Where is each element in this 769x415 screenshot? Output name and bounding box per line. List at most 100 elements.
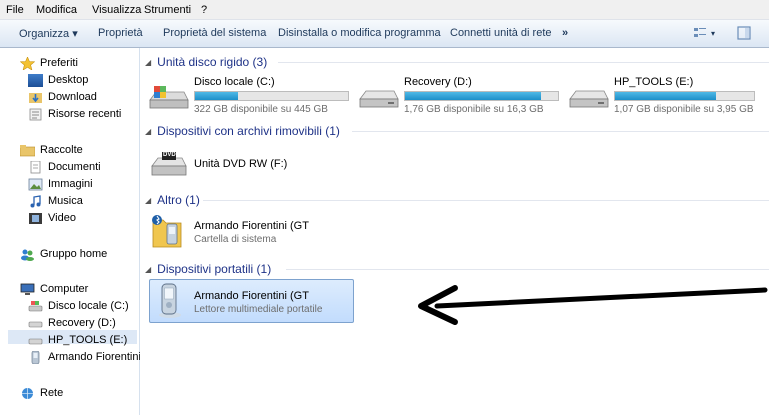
nav-item-drive-e[interactable]: HP_TOOLS (E:)	[28, 332, 127, 348]
system-drive-icon[interactable]	[148, 84, 190, 112]
menu-help[interactable]: ?	[201, 4, 207, 16]
group-title: Unità disco rigido (3)	[157, 55, 268, 69]
homegroup-icon	[21, 249, 34, 261]
drive-usage-bar	[194, 91, 349, 101]
nav-item-label: HP_TOOLS (E:)	[48, 334, 128, 346]
nav-item-drive-d[interactable]: Recovery (D:)	[28, 315, 116, 331]
group-header-other[interactable]: ◢ Altro (1)	[145, 193, 200, 207]
desktop-icon	[28, 73, 43, 87]
menu-modifica[interactable]: Modifica	[36, 4, 77, 16]
portable-device-icon	[31, 350, 40, 364]
menu-strumenti[interactable]: Strumenti	[144, 4, 191, 16]
command-bar: Organizza ▾ Proprietà Proprietà del sist…	[0, 20, 769, 48]
nav-item-label: Disco locale (C:)	[48, 300, 129, 312]
nav-homegroup-label: Gruppo home	[40, 248, 108, 260]
nav-favorites[interactable]: Preferiti	[20, 55, 78, 71]
portable-device-type: Lettore multimediale portatile	[194, 304, 323, 315]
annotation-arrow	[418, 285, 768, 325]
group-divider	[278, 62, 769, 63]
system-folder-name[interactable]: Armando Fiorentini (GT	[194, 220, 309, 232]
system-folder-icon[interactable]	[150, 210, 184, 250]
nav-item-recent[interactable]: Risorse recenti	[28, 106, 121, 122]
nav-computer[interactable]: Computer	[20, 281, 88, 297]
menu-visualizza[interactable]: Visualizza	[92, 4, 141, 16]
group-header-removable[interactable]: ◢ Dispositivi con archivi rimovibili (1)	[145, 124, 340, 138]
drive-free-space: 1,07 GB disponibile su 3,95 GB	[614, 104, 754, 115]
nav-item-download[interactable]: Download	[28, 89, 97, 105]
nav-item-device[interactable]: Armando Fiorentini	[28, 349, 141, 365]
nav-item-drive-c[interactable]: Disco locale (C:)	[28, 298, 129, 314]
nav-libraries[interactable]: Raccolte	[20, 142, 83, 158]
nav-item-label: Documenti	[48, 161, 101, 173]
system-properties-button[interactable]: Proprietà del sistema	[163, 27, 266, 39]
collapse-arrow-icon: ◢	[145, 264, 152, 274]
drive-usage-fill	[195, 92, 238, 100]
drive-icon[interactable]	[358, 87, 400, 111]
nav-item-label: Desktop	[48, 74, 89, 86]
map-network-drive-button[interactable]: Connetti unità di rete	[450, 27, 552, 39]
music-icon	[30, 194, 41, 207]
drive-name[interactable]: HP_TOOLS (E:)	[614, 76, 693, 88]
nav-item-desktop[interactable]: Desktop	[28, 72, 88, 88]
group-header-hdd[interactable]: ◢ Unità disco rigido (3)	[145, 55, 267, 69]
nav-item-label: Risorse recenti	[48, 108, 122, 120]
collapse-arrow-icon: ◢	[145, 126, 152, 136]
system-drive-icon	[28, 300, 43, 311]
dvd-drive-name[interactable]: Unità DVD RW (F:)	[194, 158, 287, 170]
more-commands-button[interactable]: »	[562, 27, 568, 39]
organize-button[interactable]: Organizza ▾	[19, 27, 78, 40]
collapse-arrow-icon: ◢	[145, 57, 152, 67]
preview-pane-icon[interactable]	[736, 25, 752, 41]
nav-item-label: Immagini	[48, 178, 93, 190]
uninstall-program-button[interactable]: Disinstalla o modifica programma	[278, 27, 441, 39]
group-title: Altro (1)	[157, 193, 200, 207]
libraries-icon	[20, 144, 35, 156]
system-folder-type: Cartella di sistema	[194, 234, 277, 245]
nav-item-video[interactable]: Video	[28, 210, 76, 226]
drive-icon	[28, 338, 43, 344]
properties-button[interactable]: Proprietà	[98, 27, 143, 39]
drive-usage-fill	[405, 92, 542, 100]
group-divider	[203, 200, 769, 201]
documents-icon	[30, 160, 41, 173]
group-divider	[352, 131, 769, 132]
nav-network[interactable]: Rete	[20, 385, 63, 401]
group-title: Dispositivi portatili (1)	[157, 262, 272, 276]
drive-icon[interactable]	[568, 87, 610, 111]
drive-usage-bar	[614, 91, 755, 101]
drive-free-space: 1,76 GB disponibile su 16,3 GB	[404, 104, 544, 115]
nav-item-label: Musica	[48, 195, 83, 207]
nav-item-music[interactable]: Musica	[28, 193, 83, 209]
drive-usage-bar	[404, 91, 559, 101]
nav-item-label: Download	[48, 91, 97, 103]
download-folder-icon	[29, 92, 42, 103]
navigation-pane: Preferiti Desktop Download Risorse recen…	[0, 48, 141, 415]
nav-item-documents[interactable]: Documenti	[28, 159, 101, 175]
network-icon	[22, 387, 33, 399]
dvd-drive-icon[interactable]: DVD	[150, 146, 188, 180]
star-icon	[20, 56, 35, 70]
menu-bar: File Modifica Visualizza Strumenti ?	[0, 0, 769, 20]
nav-network-label: Rete	[40, 387, 64, 399]
group-title: Dispositivi con archivi rimovibili (1)	[157, 124, 340, 138]
portable-device-name: Armando Fiorentini (GT	[194, 290, 309, 302]
video-icon	[29, 212, 42, 224]
menu-file[interactable]: File	[6, 4, 24, 16]
drive-name[interactable]: Recovery (D:)	[404, 76, 472, 88]
drive-name[interactable]: Disco locale (C:)	[194, 76, 275, 88]
collapse-arrow-icon: ◢	[145, 195, 152, 205]
nav-item-label: Video	[48, 212, 76, 224]
nav-item-pictures[interactable]: Immagini	[28, 176, 93, 192]
view-dropdown-icon[interactable]: ▾	[711, 29, 715, 38]
computer-icon	[20, 283, 35, 295]
nav-item-label: Armando Fiorentini	[48, 351, 141, 363]
view-options-icon[interactable]	[692, 25, 708, 41]
nav-libraries-label: Raccolte	[40, 144, 83, 156]
dvd-badge: DVD	[163, 152, 176, 158]
portable-device-icon	[159, 283, 181, 318]
recent-places-icon	[29, 108, 42, 120]
drive-icon	[28, 321, 43, 327]
pictures-icon	[28, 178, 43, 190]
nav-homegroup[interactable]: Gruppo home	[20, 246, 107, 262]
group-header-portable[interactable]: ◢ Dispositivi portatili (1)	[145, 262, 271, 276]
